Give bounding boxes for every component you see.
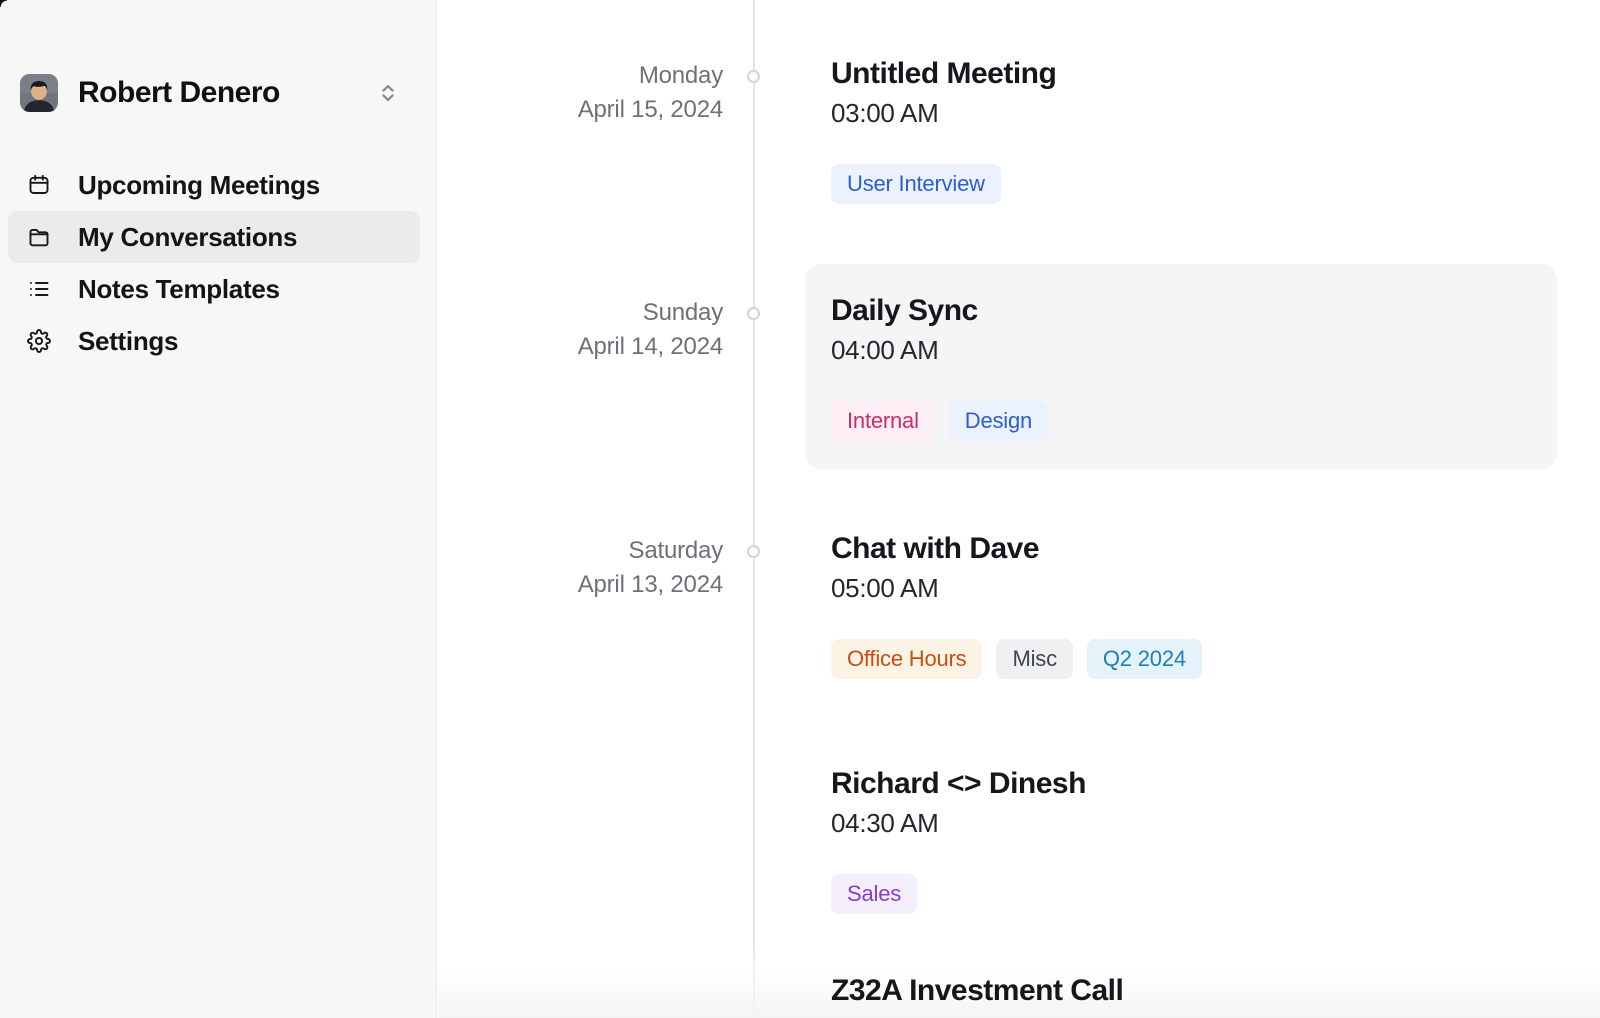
timeline-group: Monday April 15, 2024 Untitled Meeting 0… xyxy=(438,57,1600,204)
meeting-tags: Internal Design xyxy=(831,401,1531,441)
user-name: Robert Denero xyxy=(78,76,280,110)
date-text: April 14, 2024 xyxy=(438,330,723,364)
folder-icon xyxy=(27,225,51,249)
meeting-time: 04:30 AM xyxy=(831,810,1531,836)
meeting-tags: User Interview xyxy=(831,164,1531,204)
date-label: Saturday April 13, 2024 xyxy=(438,532,723,914)
list-icon xyxy=(27,277,51,301)
meeting-title: Untitled Meeting xyxy=(831,57,1531,91)
timeline-dot xyxy=(747,307,760,320)
weekday-label: Sunday xyxy=(438,296,723,330)
sidebar-nav: Upcoming Meetings My Conversations Notes… xyxy=(0,159,436,367)
meeting-tag[interactable]: User Interview xyxy=(831,164,1001,204)
meeting-row[interactable]: Richard <> Dinesh 04:30 AM Sales xyxy=(831,767,1531,914)
timeline-dot xyxy=(747,70,760,83)
timeline-group: Z32A Investment Call xyxy=(438,974,1600,1008)
meeting-title: Daily Sync xyxy=(831,294,1531,328)
meeting-row[interactable]: Chat with Dave 05:00 AM Office Hours Misc… xyxy=(831,532,1531,679)
user-profile-switcher[interactable]: Robert Denero xyxy=(20,74,399,112)
meeting-row[interactable]: Untitled Meeting 03:00 AM User Interview xyxy=(831,57,1531,204)
date-text: April 15, 2024 xyxy=(438,93,723,127)
sidebar-item-upcoming-meetings[interactable]: Upcoming Meetings xyxy=(8,159,420,211)
weekday-label: Saturday xyxy=(438,534,723,568)
timeline-group: Saturday April 13, 2024 Chat with Dave 0… xyxy=(438,532,1600,914)
meeting-tag[interactable]: Sales xyxy=(831,874,917,914)
meeting-tag[interactable]: Internal xyxy=(831,401,935,441)
meeting-tag[interactable]: Office Hours xyxy=(831,639,982,679)
meeting-tags: Sales xyxy=(831,874,1531,914)
meeting-row[interactable]: Z32A Investment Call xyxy=(831,974,1531,1008)
meeting-time: 05:00 AM xyxy=(831,575,1531,601)
timeline-group: Sunday April 14, 2024 Daily Sync 04:00 A… xyxy=(438,264,1600,469)
sidebar-item-my-conversations[interactable]: My Conversations xyxy=(8,211,420,263)
meeting-tags: Office Hours Misc Q2 2024 xyxy=(831,639,1531,679)
date-label: Sunday April 14, 2024 xyxy=(438,264,723,469)
date-label: Monday April 15, 2024 xyxy=(438,57,723,204)
meeting-title: Z32A Investment Call xyxy=(831,974,1531,1008)
sidebar-item-settings[interactable]: Settings xyxy=(8,315,420,367)
meeting-tag[interactable]: Misc xyxy=(996,639,1072,679)
meeting-title: Chat with Dave xyxy=(831,532,1531,566)
meeting-title: Richard <> Dinesh xyxy=(831,767,1531,801)
sidebar: Robert Denero Upcoming Meetings My Conve… xyxy=(0,0,437,1018)
date-label xyxy=(438,974,723,1008)
meeting-time: 04:00 AM xyxy=(831,337,1531,363)
meeting-tag[interactable]: Design xyxy=(949,401,1048,441)
calendar-icon xyxy=(27,173,51,197)
gear-icon xyxy=(27,329,51,353)
meeting-tag[interactable]: Q2 2024 xyxy=(1087,639,1202,679)
sidebar-item-notes-templates[interactable]: Notes Templates xyxy=(8,263,420,315)
meeting-row[interactable]: Daily Sync 04:00 AM Internal Design xyxy=(805,264,1557,469)
meeting-time: 03:00 AM xyxy=(831,100,1531,126)
conversations-timeline: Monday April 15, 2024 Untitled Meeting 0… xyxy=(438,0,1600,1018)
date-text: April 13, 2024 xyxy=(438,568,723,602)
user-avatar xyxy=(20,74,58,112)
timeline-dot xyxy=(747,545,760,558)
weekday-label: Monday xyxy=(438,59,723,93)
chevron-up-down-icon[interactable] xyxy=(377,82,399,104)
